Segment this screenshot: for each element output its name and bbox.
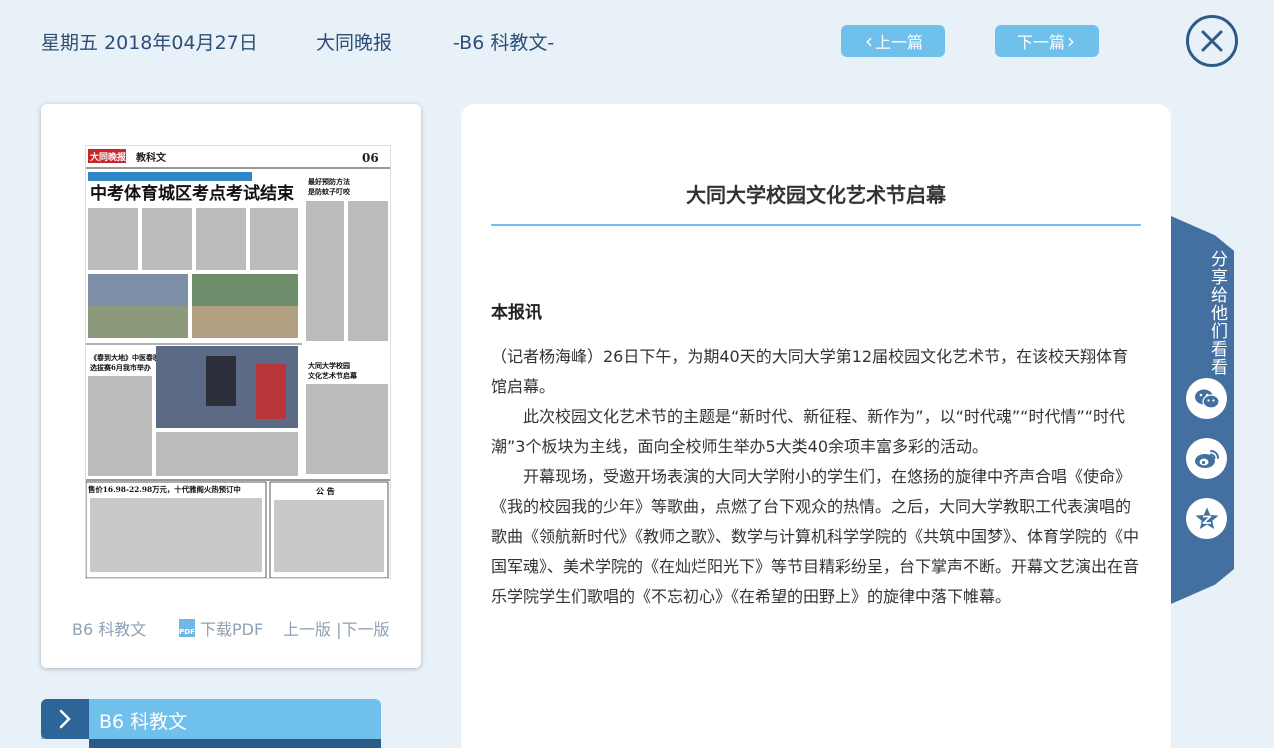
- next-article-button[interactable]: 下一篇 ›: [995, 25, 1099, 57]
- story2-line1: 《春到大地》中医春晚: [90, 353, 160, 362]
- share-weibo-button[interactable]: [1186, 438, 1227, 479]
- article-paragraph: 此次校园文化艺术节的主题是“新时代、新征程、新作为”，以“时代魂”“时代情”“时…: [491, 407, 1126, 456]
- close-icon: [1201, 30, 1223, 52]
- article-paragraph: （记者杨海峰）26日下午，为期40天的大同大学第12届校园文化艺术节，在该校天翔…: [491, 347, 1129, 396]
- pdf-icon: PDF: [179, 619, 195, 637]
- next-article-label: 下一篇: [1016, 33, 1065, 52]
- current-page-label: B6 科教文: [72, 620, 147, 639]
- story3-line2: 文化艺术节启幕: [308, 371, 358, 380]
- share-wechat-button[interactable]: [1186, 378, 1227, 419]
- weibo-icon: [1194, 449, 1219, 468]
- paper-name: 大同晚报: [316, 32, 393, 54]
- previous-page-link[interactable]: 上一版: [283, 620, 331, 639]
- download-pdf-label: 下载PDF: [200, 620, 264, 639]
- chevron-right-icon: [59, 709, 71, 729]
- next-page-link[interactable]: 下一版: [342, 620, 390, 639]
- chevron-left-icon: ‹: [864, 29, 873, 53]
- page-navigation: 上一版 |下一版: [283, 616, 390, 640]
- ad-headline: 售价16.98-22.98万元，十代雅阁火热预订中: [88, 485, 241, 494]
- article-byline: 本报讯: [491, 303, 542, 323]
- page-no-text: 06: [362, 151, 379, 165]
- notice-heading: 公 告: [316, 486, 335, 496]
- section-label: B6 科教文: [99, 711, 188, 733]
- previous-article-label: 上一篇: [874, 33, 923, 52]
- article-body: （记者杨海峰）26日下午，为期40天的大同大学第12届校园文化艺术节，在该校天翔…: [491, 342, 1141, 612]
- close-button[interactable]: [1186, 15, 1238, 67]
- masthead-text: 大同晚报: [90, 151, 126, 163]
- article-title: 大同大学校园文化艺术节启幕: [686, 183, 946, 207]
- page-name: -B6 科教文-: [453, 32, 555, 54]
- newspaper-page-image: 大同晚报 教科文 06 中考体育城区考点考试结束 最好预防方法 是防蚊子叮咬 《…: [86, 146, 390, 578]
- thumbnail-headline: 中考体育城区考点考试结束: [90, 183, 294, 204]
- section-bar-underline: [89, 739, 381, 748]
- page-thumbnail-card: 大同晚报 教科文 06 中考体育城区考点考试结束 最好预防方法 是防蚊子叮咬 《…: [41, 104, 421, 668]
- article-paragraph: 开幕现场，受邀开场表演的大同大学附小的学生们，在悠扬的旋律中齐声合唱《使命》《我…: [491, 467, 1140, 606]
- section-text: 教科文: [135, 151, 167, 164]
- download-pdf-link[interactable]: PDF 下载PDF: [179, 616, 263, 640]
- share-title: 分享给他们看看: [1207, 250, 1227, 376]
- wechat-icon: [1194, 389, 1220, 409]
- article-panel: 大同大学校园文化艺术节启幕 本报讯 （记者杨海峰）26日下午，为期40天的大同大…: [461, 104, 1171, 748]
- issue-date: 星期五 2018年04月27日: [41, 32, 258, 54]
- share-favorite-button[interactable]: [1186, 498, 1227, 539]
- side-headline-1: 最好预防方法: [308, 177, 350, 186]
- story2-line2: 选拔赛6月我市举办: [90, 363, 151, 372]
- chevron-right-icon: ›: [1067, 29, 1075, 53]
- previous-article-button[interactable]: ‹ 上一篇: [841, 25, 945, 57]
- newspaper-page-thumbnail[interactable]: 大同晚报 教科文 06 中考体育城区考点考试结束 最好预防方法 是防蚊子叮咬 《…: [85, 145, 391, 579]
- story3-line1: 大同大学校园: [308, 361, 350, 370]
- section-selector[interactable]: B6 科教文: [41, 699, 381, 739]
- title-divider: [491, 224, 1141, 226]
- top-bar: 星期五 2018年04月27日 大同晚报 -B6 科教文- ‹ 上一篇 下一篇 …: [0, 0, 1274, 90]
- favorite-star-icon: [1195, 507, 1218, 529]
- section-arrow: [41, 699, 89, 739]
- thumbnail-links: B6 科教文 PDF 下载PDF 上一版 |下一版: [41, 616, 421, 640]
- side-headline-2: 是防蚊子叮咬: [307, 187, 351, 196]
